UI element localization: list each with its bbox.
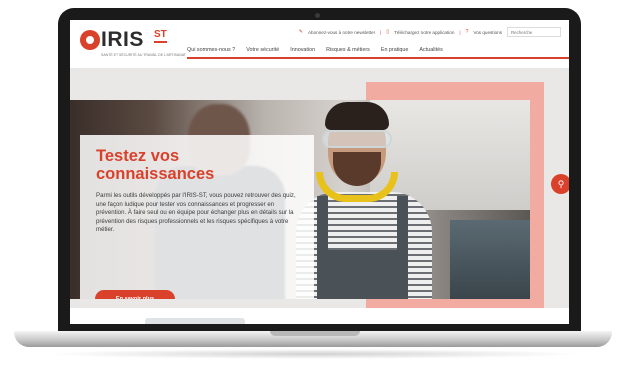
logo-tagline: SANTÉ ET SÉCURITÉ AU TRAVAIL DE L'ARTISA… [101,53,186,57]
nav-item-risques-metiers[interactable]: Risques & métiers [326,47,370,53]
learn-more-button[interactable]: En savoir plus [95,290,175,299]
logo[interactable]: IRIS ST SANTÉ ET SÉCURITÉ AU TRAVAIL DE … [80,28,190,62]
section-tab [145,318,245,324]
nav-item-actualites[interactable]: Actualités [419,47,442,53]
laptop-bezel: IRIS ST SANTÉ ET SÉCURITÉ AU TRAVAIL DE … [58,8,581,335]
phone-icon: ▯ [386,29,390,35]
questions-link[interactable]: Vos questions [473,30,502,35]
photo-machine [450,220,530,299]
hero-description: Parmi les outils développés par l'IRIS-S… [96,192,296,234]
laptop-shadow [40,349,585,359]
separator: | [459,29,461,35]
camera-icon [315,13,320,18]
hero-photo: Testez vos connaissances Parmi les outil… [70,100,530,299]
question-icon: ? [465,29,469,35]
stage: IRIS ST SANTÉ ET SÉCURITÉ AU TRAVAIL DE … [0,0,623,369]
hero-title: Testez vos connaissances [96,147,215,183]
pencil-icon: ✎ [298,29,303,35]
logo-mark-icon [80,30,100,50]
overall-strap-left [317,196,328,299]
nav-item-innovation[interactable]: Innovation [290,47,315,53]
photo-worker-hair [325,102,389,130]
logo-suffix: ST [154,29,167,40]
app-link[interactable]: Téléchargez notre application [394,30,454,35]
nav-item-qui-sommes-nous[interactable]: Qui sommes-nous ? [187,47,235,53]
nav-item-votre-securite[interactable]: Votre sécurité [246,47,279,53]
overall-bib [328,250,398,299]
hero-slider: Testez vos connaissances Parmi les outil… [70,68,569,310]
safety-goggles [322,130,392,148]
search-icon[interactable]: ⚲ [551,174,569,194]
newsletter-link[interactable]: Abonnez-vous à notre newsletter [308,30,375,35]
search-input[interactable] [507,27,561,37]
overall-strap-right [397,196,408,299]
nav-divider [187,57,569,59]
laptop-screen: IRIS ST SANTÉ ET SÉCURITÉ AU TRAVAIL DE … [70,20,569,324]
site-header: IRIS ST SANTÉ ET SÉCURITÉ AU TRAVAIL DE … [70,20,569,68]
nav-item-en-pratique[interactable]: En pratique [381,47,409,53]
logo-text: IRIS [101,28,144,51]
top-links: ✎ Abonnez-vous à notre newsletter | ▯ Té… [299,26,561,38]
laptop-notch [270,331,360,336]
page-below-fold [70,308,569,324]
main-nav: Qui sommes-nous ? Votre sécurité Innovat… [187,47,443,53]
logo-underline [154,41,167,43]
separator: | [380,29,382,35]
hero-card: Testez vos connaissances Parmi les outil… [80,135,314,299]
